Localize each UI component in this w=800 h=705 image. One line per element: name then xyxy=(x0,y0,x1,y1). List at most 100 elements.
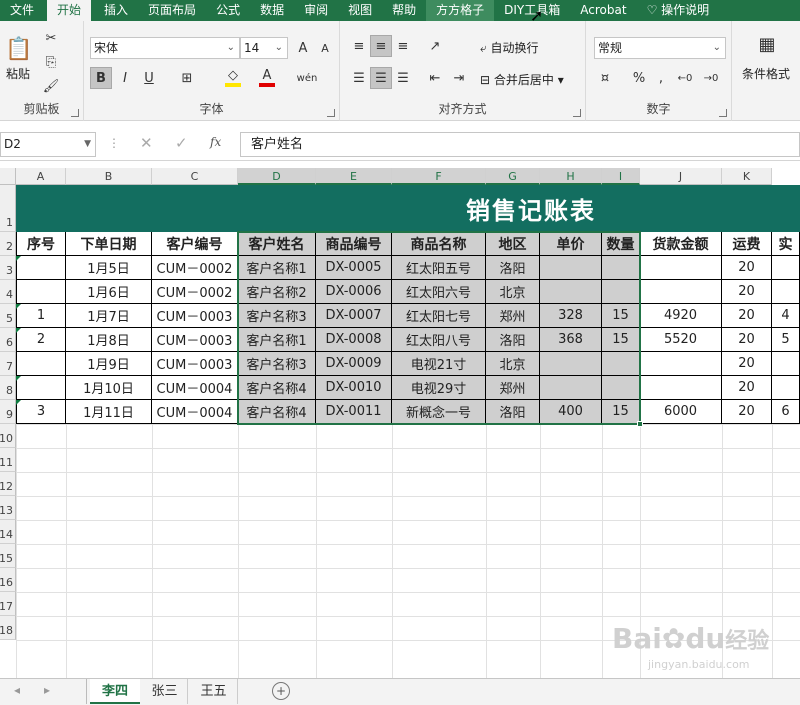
table-cell[interactable]: 1月7日 xyxy=(66,304,152,328)
column-header-b[interactable]: B xyxy=(66,168,152,185)
table-cell[interactable] xyxy=(772,280,800,304)
font-name-dropdown[interactable]: 宋体 ⌄ xyxy=(90,37,240,59)
row-header-7[interactable]: 7 xyxy=(0,352,16,376)
column-header-i[interactable]: I xyxy=(602,168,640,185)
table-cell[interactable]: 郑州 xyxy=(486,376,540,400)
font-launcher-icon[interactable] xyxy=(327,109,335,117)
table-cell[interactable]: 328 xyxy=(540,304,602,328)
column-header-c[interactable]: C xyxy=(152,168,238,185)
table-cell[interactable] xyxy=(602,256,640,280)
scroll-left-icon[interactable]: ◂ xyxy=(14,683,20,697)
merge-center-button[interactable]: ⊟ 合并后居中 ▾ xyxy=(480,71,564,88)
tab-data[interactable]: 数据 xyxy=(250,0,294,21)
sheet-tab-zhangsan[interactable]: 张三 xyxy=(142,679,188,704)
table-cell[interactable]: 洛阳 xyxy=(486,400,540,424)
table-cell[interactable]: 4920 xyxy=(640,304,722,328)
table-cell[interactable] xyxy=(602,376,640,400)
format-painter-icon[interactable]: 🖌 xyxy=(40,75,62,97)
table-cell[interactable]: DX-0011 xyxy=(316,400,392,424)
header-cell[interactable]: 货款金额 xyxy=(640,232,722,256)
row-header-3[interactable]: 3 xyxy=(0,256,16,280)
table-cell[interactable]: 15 xyxy=(602,304,640,328)
align-top-icon[interactable]: ≡ xyxy=(348,35,370,57)
header-cell[interactable]: 序号 xyxy=(16,232,66,256)
table-cell[interactable] xyxy=(16,256,66,280)
header-cell[interactable]: 运费 xyxy=(722,232,772,256)
fill-handle[interactable] xyxy=(637,421,643,427)
table-cell[interactable]: 1月10日 xyxy=(66,376,152,400)
add-sheet-icon[interactable]: + xyxy=(272,682,290,700)
bold-button[interactable]: B xyxy=(90,67,112,89)
currency-icon[interactable]: ¤ xyxy=(594,67,616,89)
increase-decimal-icon[interactable]: ←0 xyxy=(674,67,696,89)
table-cell[interactable]: 368 xyxy=(540,328,602,352)
table-cell[interactable] xyxy=(602,352,640,376)
name-box[interactable]: D2 ▼ xyxy=(0,132,96,157)
table-cell[interactable]: 新概念一号 xyxy=(392,400,486,424)
table-cell[interactable]: 4 xyxy=(772,304,800,328)
table-cell[interactable]: 1月6日 xyxy=(66,280,152,304)
column-header-f[interactable]: F xyxy=(392,168,486,185)
table-cell[interactable] xyxy=(772,352,800,376)
column-header-e[interactable]: E xyxy=(316,168,392,185)
table-cell[interactable]: 红太阳七号 xyxy=(392,304,486,328)
table-cell[interactable]: 20 xyxy=(722,400,772,424)
table-cell[interactable]: 郑州 xyxy=(486,304,540,328)
table-cell[interactable] xyxy=(640,280,722,304)
decrease-indent-icon[interactable]: ⇤ xyxy=(424,67,446,89)
align-center-icon[interactable]: ☰ xyxy=(370,67,392,89)
fill-color-icon[interactable]: ◇ xyxy=(222,67,244,89)
table-cell[interactable]: CUM－0003 xyxy=(152,304,238,328)
row-header-17[interactable]: 17 xyxy=(0,592,16,616)
column-header-a[interactable]: A xyxy=(16,168,66,185)
cut-icon[interactable]: ✂ xyxy=(40,27,62,49)
table-cell[interactable]: 400 xyxy=(540,400,602,424)
table-cell[interactable]: 20 xyxy=(722,376,772,400)
sheet-title[interactable]: 销售记账表 xyxy=(16,185,800,232)
header-cell[interactable]: 下单日期 xyxy=(66,232,152,256)
table-cell[interactable]: 6000 xyxy=(640,400,722,424)
row-header-18[interactable]: 18 xyxy=(0,616,16,640)
tab-fangfang[interactable]: 方方格子 xyxy=(426,0,495,21)
tab-formulas[interactable]: 公式 xyxy=(206,0,250,21)
table-cell[interactable]: 客户名称3 xyxy=(238,304,316,328)
table-cell[interactable]: 3 xyxy=(16,400,66,424)
tab-file[interactable]: 文件 xyxy=(0,0,44,21)
paste-icon[interactable]: 📋 xyxy=(4,31,34,67)
table-cell[interactable] xyxy=(640,352,722,376)
tab-review[interactable]: 审阅 xyxy=(294,0,338,21)
table-cell[interactable]: CUM－0003 xyxy=(152,352,238,376)
table-cell[interactable]: CUM－0003 xyxy=(152,328,238,352)
table-cell[interactable]: 5 xyxy=(772,328,800,352)
insert-function-icon[interactable]: fx xyxy=(210,135,221,149)
decrease-decimal-icon[interactable]: →0 xyxy=(700,67,722,89)
row-header-6[interactable]: 6 xyxy=(0,328,16,352)
table-cell[interactable]: DX-0006 xyxy=(316,280,392,304)
table-cell[interactable]: 红太阳八号 xyxy=(392,328,486,352)
row-header-11[interactable]: 11 xyxy=(0,448,16,472)
table-cell[interactable]: CUM－0002 xyxy=(152,280,238,304)
column-header-j[interactable]: J xyxy=(640,168,722,185)
conditional-format-label[interactable]: 条件格式 xyxy=(742,65,790,82)
number-format-dropdown[interactable]: 常规 ⌄ xyxy=(594,37,726,59)
header-cell[interactable]: 实 xyxy=(772,232,800,256)
table-cell[interactable] xyxy=(772,376,800,400)
scroll-right-icon[interactable]: ▸ xyxy=(44,683,50,697)
table-cell[interactable] xyxy=(540,256,602,280)
column-header-k[interactable]: K xyxy=(722,168,772,185)
italic-button[interactable]: I xyxy=(114,67,136,89)
shrink-font-icon[interactable]: A xyxy=(314,37,336,59)
table-cell[interactable]: DX-0008 xyxy=(316,328,392,352)
table-cell[interactable] xyxy=(772,256,800,280)
sheet-tab-lisi[interactable]: 李四 xyxy=(90,679,140,704)
number-launcher-icon[interactable] xyxy=(719,109,727,117)
header-cell[interactable]: 商品编号 xyxy=(316,232,392,256)
table-cell[interactable]: 客户名称2 xyxy=(238,280,316,304)
table-cell[interactable]: CUM－0002 xyxy=(152,256,238,280)
row-header-10[interactable]: 10 xyxy=(0,424,16,448)
row-header-14[interactable]: 14 xyxy=(0,520,16,544)
table-cell[interactable]: DX-0010 xyxy=(316,376,392,400)
row-header-5[interactable]: 5 xyxy=(0,304,16,328)
row-header-8[interactable]: 8 xyxy=(0,376,16,400)
clipboard-launcher-icon[interactable] xyxy=(71,109,79,117)
